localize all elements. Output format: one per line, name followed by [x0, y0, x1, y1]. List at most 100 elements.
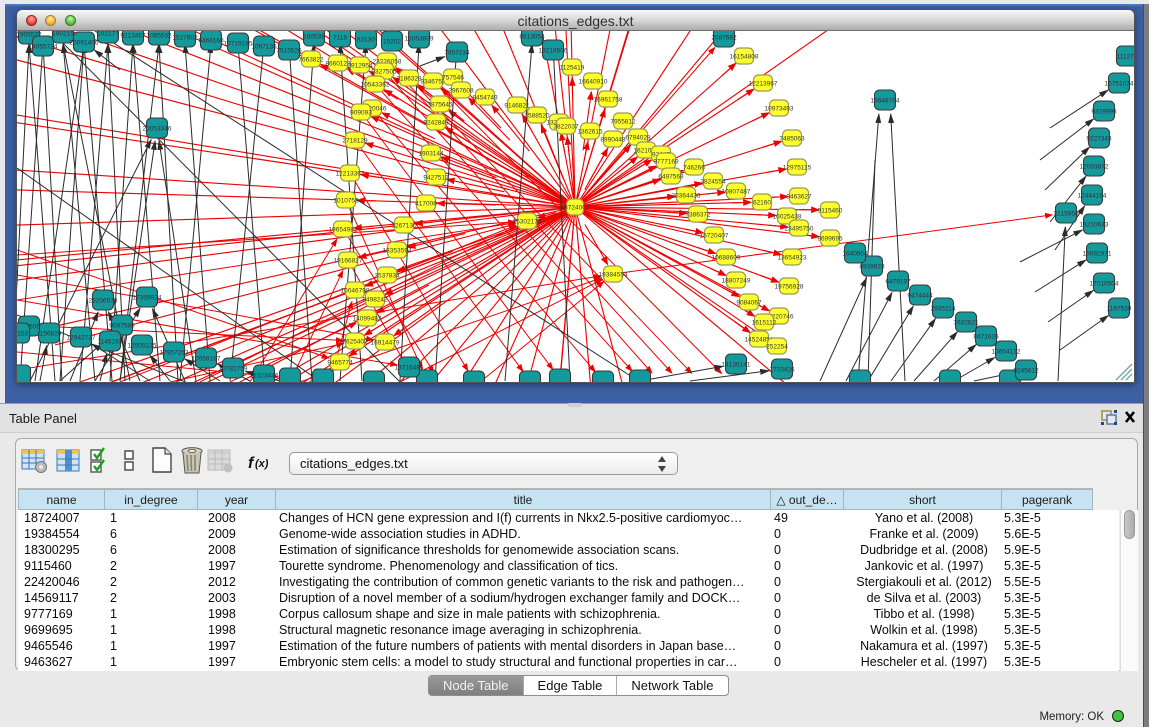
svg-text:18724007: 18724007	[561, 205, 590, 212]
svg-text:10688609: 10688609	[712, 255, 741, 262]
svg-text:9242845: 9242845	[423, 120, 449, 127]
svg-text:1733426: 1733426	[769, 367, 795, 374]
svg-text:1527602: 1527602	[172, 35, 198, 42]
svg-text:9463627: 9463627	[786, 194, 812, 201]
svg-text:252254: 252254	[766, 344, 788, 351]
svg-text:10654122: 10654122	[992, 349, 1021, 356]
svg-text:1065532: 1065532	[146, 33, 172, 40]
svg-text:1156829: 1156829	[37, 331, 62, 338]
svg-text:9329996: 9329996	[1091, 109, 1117, 116]
svg-text:17359924: 17359924	[133, 295, 162, 302]
svg-text:9245612: 9245612	[1013, 368, 1039, 375]
svg-text:15751074: 15751074	[1105, 81, 1134, 88]
svg-text:19202: 19202	[383, 39, 401, 46]
svg-text:7118: 7118	[333, 35, 347, 42]
svg-text:9777169: 9777169	[653, 159, 679, 166]
svg-text:12213363: 12213363	[336, 171, 365, 178]
svg-text:14055724: 14055724	[29, 44, 58, 51]
svg-text:1010753: 1010753	[333, 198, 359, 205]
svg-text:12975115: 12975115	[783, 165, 812, 172]
svg-text:17957253: 17957253	[160, 350, 189, 357]
svg-text:16053809: 16053809	[405, 36, 434, 43]
svg-text:16961758: 16961758	[594, 97, 623, 104]
svg-text:7515526: 7515526	[276, 48, 302, 55]
svg-text:15720407: 15720407	[700, 233, 729, 240]
svg-text:757546: 757546	[442, 75, 464, 82]
svg-text:9465774: 9465774	[327, 360, 353, 367]
svg-text:20364436: 20364436	[672, 193, 701, 200]
svg-text:12505135: 12505135	[128, 343, 157, 350]
svg-text:6466160: 6466160	[198, 38, 224, 45]
svg-text:6479197: 6479197	[885, 279, 911, 286]
svg-text:1067135: 1067135	[251, 44, 277, 51]
svg-text:9097588: 9097588	[109, 323, 135, 330]
svg-text:160538: 160538	[303, 34, 325, 41]
svg-text:2935114: 2935114	[931, 306, 956, 313]
svg-text:6497568: 6497568	[658, 174, 684, 181]
svg-text:3537834: 3537834	[374, 273, 400, 280]
svg-text:16210643: 16210643	[1080, 222, 1109, 229]
svg-text:14099483: 14099483	[353, 316, 382, 323]
svg-text:8471626: 8471626	[973, 334, 999, 341]
svg-text:10719185: 10719185	[224, 41, 253, 48]
svg-text:8938923: 8938923	[859, 264, 885, 271]
svg-text:15302173: 15302173	[513, 219, 542, 226]
svg-text:7625402: 7625402	[342, 339, 368, 346]
svg-text:26206578: 26206578	[89, 298, 118, 305]
svg-text:1362615: 1362615	[577, 129, 603, 136]
svg-text:9427512: 9427512	[423, 175, 449, 182]
svg-text:f: f	[248, 455, 255, 472]
svg-text:10046798: 10046798	[341, 288, 370, 295]
svg-text:62160: 62160	[753, 200, 771, 207]
svg-text:16154808: 16154808	[730, 54, 759, 61]
svg-text:7663822: 7663822	[298, 57, 324, 64]
svg-text:10958187: 10958187	[192, 356, 221, 363]
svg-text:9146821: 9146821	[504, 103, 530, 110]
svg-text:12942737: 12942737	[67, 335, 96, 342]
svg-text:9227343: 9227343	[1086, 136, 1112, 143]
svg-text:746266: 746266	[683, 165, 705, 172]
svg-text:3267130: 3267130	[391, 223, 417, 230]
svg-text:417006: 417006	[415, 201, 437, 208]
svg-text:8454749: 8454749	[472, 95, 498, 102]
svg-text:12093872: 12093872	[1080, 164, 1109, 171]
svg-text:9213457: 9213457	[120, 33, 146, 40]
svg-text:10543362: 10543362	[361, 82, 390, 89]
svg-text:13353594: 13353594	[383, 248, 412, 255]
svg-text:20053346: 20053346	[143, 126, 172, 133]
svg-text:83130: 83130	[357, 37, 375, 44]
svg-text:9474444: 9474444	[907, 293, 933, 300]
svg-text:3215958: 3215958	[1053, 211, 1079, 218]
svg-text:19218506: 19218506	[539, 48, 568, 55]
svg-text:16648784: 16648784	[871, 98, 900, 105]
svg-text:9498242: 9498242	[362, 297, 388, 304]
svg-text:20091406: 20091406	[70, 40, 99, 47]
svg-text:16640910: 16640910	[579, 79, 608, 86]
svg-text:2718129: 2718129	[342, 138, 368, 145]
svg-text:7386372: 7386372	[685, 212, 711, 219]
svg-text:3822037: 3822037	[553, 124, 579, 131]
svg-text:23495750: 23495750	[785, 226, 814, 233]
svg-text:10807487: 10807487	[722, 189, 751, 196]
svg-text:190215: 190215	[52, 31, 74, 38]
svg-text:6794028: 6794028	[625, 135, 651, 142]
svg-text:2087682: 2087682	[711, 35, 737, 42]
svg-text:3912954: 3912954	[347, 63, 373, 70]
svg-text:17010504: 17010504	[1090, 281, 1119, 288]
svg-text:12323446: 12323446	[250, 373, 279, 380]
svg-text:19654982: 19654982	[329, 227, 358, 234]
svg-text:2967608: 2967608	[448, 88, 474, 95]
svg-text:3875645: 3875645	[427, 102, 453, 109]
svg-text:10782759: 10782759	[219, 366, 248, 373]
svg-text:9084067: 9084067	[736, 300, 762, 307]
svg-text:8186328: 8186328	[396, 76, 422, 83]
svg-text:13716485: 13716485	[395, 365, 424, 372]
svg-text:1640954: 1640954	[842, 251, 868, 258]
svg-text:1145193: 1145193	[98, 339, 123, 346]
svg-text:1615112: 1615112	[752, 320, 777, 327]
svg-text:18807249: 18807249	[722, 278, 751, 285]
svg-text:16914479: 16914479	[371, 340, 400, 347]
svg-text:1125419: 1125419	[560, 65, 585, 72]
svg-text:7485063: 7485063	[779, 136, 805, 143]
svg-text:9327505: 9327505	[371, 69, 397, 76]
